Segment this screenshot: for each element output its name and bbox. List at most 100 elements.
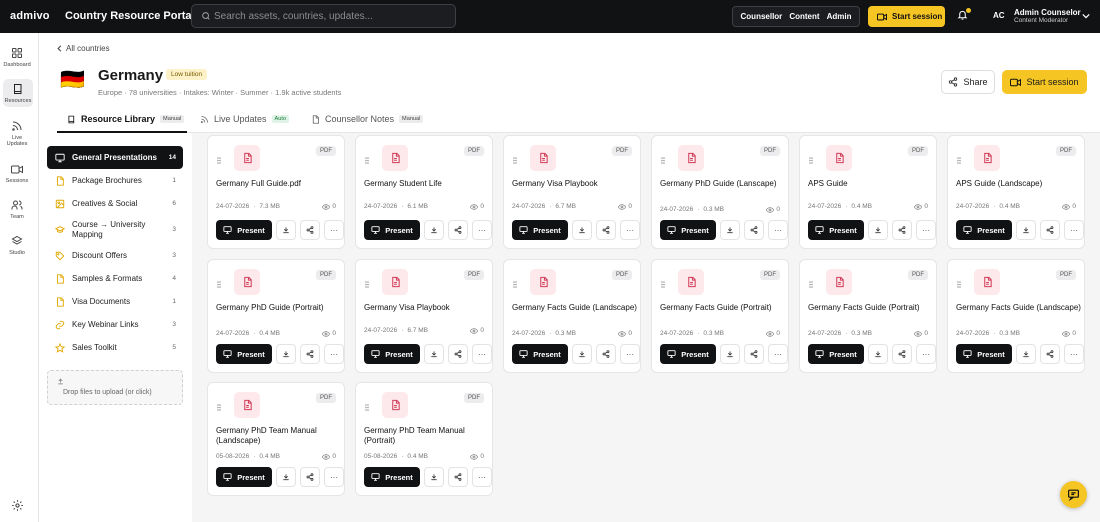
present-button[interactable]: Present bbox=[216, 467, 272, 487]
more-options-button[interactable]: ··· bbox=[620, 220, 640, 240]
resource-name[interactable]: Germany PhD Team Manual (Landscape) bbox=[216, 426, 341, 446]
resource-name[interactable]: Germany Facts Guide (Portrait) bbox=[660, 303, 785, 313]
resource-name[interactable]: Germany Student Life bbox=[364, 179, 489, 189]
share-button[interactable] bbox=[300, 467, 320, 487]
chevron-down-icon[interactable] bbox=[1082, 13, 1090, 19]
download-button[interactable] bbox=[720, 344, 740, 364]
tab-counsellor-notes[interactable]: Counsellor Notes Manual bbox=[311, 114, 424, 124]
more-options-button[interactable]: ··· bbox=[472, 220, 492, 240]
category-general-presentations[interactable]: General Presentations 14 bbox=[47, 146, 183, 169]
drag-handle-icon[interactable] bbox=[217, 281, 221, 288]
resource-card[interactable]: PDF Germany Facts Guide (Portrait) 24-07-2… bbox=[799, 259, 937, 373]
start-session-button[interactable]: Start session bbox=[1002, 70, 1087, 94]
drag-handle-icon[interactable] bbox=[661, 281, 665, 288]
back-link[interactable]: All countries bbox=[57, 44, 110, 53]
more-options-button[interactable]: ··· bbox=[768, 220, 788, 240]
chat-button[interactable] bbox=[1060, 481, 1087, 508]
more-options-button[interactable]: ··· bbox=[620, 344, 640, 364]
present-button[interactable]: Present bbox=[364, 220, 420, 240]
resource-name[interactable]: Germany PhD Guide (Lanscape) bbox=[660, 179, 785, 189]
download-button[interactable] bbox=[572, 220, 592, 240]
more-options-button[interactable]: ··· bbox=[1064, 220, 1084, 240]
more-options-button[interactable]: ··· bbox=[472, 344, 492, 364]
share-button[interactable] bbox=[744, 344, 764, 364]
present-button[interactable]: Present bbox=[808, 220, 864, 240]
category-samples-formats[interactable]: Samples & Formats 4 bbox=[47, 267, 183, 290]
share-button[interactable] bbox=[892, 220, 912, 240]
resource-name[interactable]: Germany Facts Guide (Landscape) bbox=[956, 303, 1081, 313]
present-button[interactable]: Present bbox=[512, 220, 568, 240]
resource-name[interactable]: Germany Facts Guide (Portrait) bbox=[808, 303, 933, 313]
share-button[interactable] bbox=[300, 220, 320, 240]
upload-dropzone[interactable]: Drop files to upload (or click) bbox=[47, 370, 183, 405]
present-button[interactable]: Present bbox=[660, 220, 716, 240]
present-button[interactable]: Present bbox=[808, 344, 864, 364]
present-button[interactable]: Present bbox=[216, 220, 272, 240]
gear-icon[interactable] bbox=[11, 499, 24, 512]
role-admin[interactable]: Admin bbox=[827, 12, 852, 21]
drag-handle-icon[interactable] bbox=[513, 281, 517, 288]
resource-card[interactable]: PDF Germany Visa Playbook 24-07-2026 · 6.7 M… bbox=[503, 135, 641, 249]
share-button[interactable] bbox=[1040, 220, 1060, 240]
share-button[interactable] bbox=[892, 344, 912, 364]
resource-card[interactable]: PDF Germany PhD Team Manual (Portrait) 05-… bbox=[355, 382, 493, 496]
download-button[interactable] bbox=[1016, 220, 1036, 240]
resource-card[interactable]: PDF Germany Facts Guide (Landscape) 24-07-… bbox=[503, 259, 641, 373]
share-button[interactable]: Share bbox=[941, 70, 995, 94]
share-button[interactable] bbox=[596, 344, 616, 364]
more-options-button[interactable]: ··· bbox=[472, 467, 492, 487]
drag-handle-icon[interactable] bbox=[957, 281, 961, 288]
resource-name[interactable]: Germany PhD Team Manual (Portrait) bbox=[364, 426, 489, 446]
download-button[interactable] bbox=[424, 467, 444, 487]
resource-name[interactable]: Germany Visa Playbook bbox=[364, 303, 489, 313]
resource-card[interactable]: PDF APS Guide (Landscape) 24-07-2026 · 0.4 M… bbox=[947, 135, 1085, 249]
resource-name[interactable]: APS Guide (Landscape) bbox=[956, 179, 1081, 189]
resource-name[interactable]: Germany Facts Guide (Landscape) bbox=[512, 303, 637, 313]
share-button[interactable] bbox=[1040, 344, 1060, 364]
more-options-button[interactable]: ··· bbox=[1064, 344, 1084, 364]
resource-name[interactable]: Germany Full Guide.pdf bbox=[216, 179, 341, 189]
drag-handle-icon[interactable] bbox=[661, 157, 665, 164]
share-button[interactable] bbox=[448, 467, 468, 487]
tab-live-updates[interactable]: Live Updates Auto bbox=[200, 114, 290, 124]
present-button[interactable]: Present bbox=[660, 344, 716, 364]
drag-handle-icon[interactable] bbox=[957, 157, 961, 164]
share-button[interactable] bbox=[448, 344, 468, 364]
category-sales-toolkit[interactable]: Sales Toolkit 5 bbox=[47, 336, 183, 359]
share-button[interactable] bbox=[448, 220, 468, 240]
more-options-button[interactable]: ··· bbox=[916, 344, 936, 364]
resource-name[interactable]: Germany PhD Guide (Portrait) bbox=[216, 303, 341, 313]
drag-handle-icon[interactable] bbox=[217, 157, 221, 164]
resource-card[interactable]: PDF APS Guide 24-07-2026 · 0.4 MB 0 Present ··· bbox=[799, 135, 937, 249]
category-discount-offers[interactable]: Discount Offers 3 bbox=[47, 244, 183, 267]
download-button[interactable] bbox=[424, 344, 444, 364]
drag-handle-icon[interactable] bbox=[365, 281, 369, 288]
present-button[interactable]: Present bbox=[512, 344, 568, 364]
resource-name[interactable]: Germany Visa Playbook bbox=[512, 179, 637, 189]
resource-name[interactable]: APS Guide bbox=[808, 179, 933, 189]
brand-logo[interactable]: admivo bbox=[10, 10, 50, 22]
download-button[interactable] bbox=[720, 220, 740, 240]
download-button[interactable] bbox=[868, 344, 888, 364]
more-options-button[interactable]: ··· bbox=[324, 344, 344, 364]
resource-card[interactable]: PDF Germany PhD Guide (Portrait) 24-07-202… bbox=[207, 259, 345, 373]
role-counsellor[interactable]: Counsellor bbox=[741, 12, 783, 21]
drag-handle-icon[interactable] bbox=[809, 281, 813, 288]
drag-handle-icon[interactable] bbox=[513, 157, 517, 164]
category-package-brochures[interactable]: Package Brochures 1 bbox=[47, 169, 183, 192]
role-content[interactable]: Content bbox=[789, 12, 819, 21]
drag-handle-icon[interactable] bbox=[809, 157, 813, 164]
resource-card[interactable]: PDF Germany Full Guide.pdf 24-07-2026 · 7.3 … bbox=[207, 135, 345, 249]
share-button[interactable] bbox=[300, 344, 320, 364]
start-session-top-button[interactable]: Start session bbox=[868, 6, 945, 27]
present-button[interactable]: Present bbox=[216, 344, 272, 364]
category-visa-documents[interactable]: Visa Documents 1 bbox=[47, 290, 183, 313]
more-options-button[interactable]: ··· bbox=[768, 344, 788, 364]
download-button[interactable] bbox=[572, 344, 592, 364]
user-name[interactable]: Admin Counselor bbox=[1014, 8, 1081, 17]
more-options-button[interactable]: ··· bbox=[324, 220, 344, 240]
resource-card[interactable]: PDF Germany Visa Playbook 24-07-2026 · 6.7 M… bbox=[355, 259, 493, 373]
rail-item-dashboard[interactable]: Dashboard bbox=[0, 47, 34, 68]
drag-handle-icon[interactable] bbox=[365, 157, 369, 164]
download-button[interactable] bbox=[1016, 344, 1036, 364]
